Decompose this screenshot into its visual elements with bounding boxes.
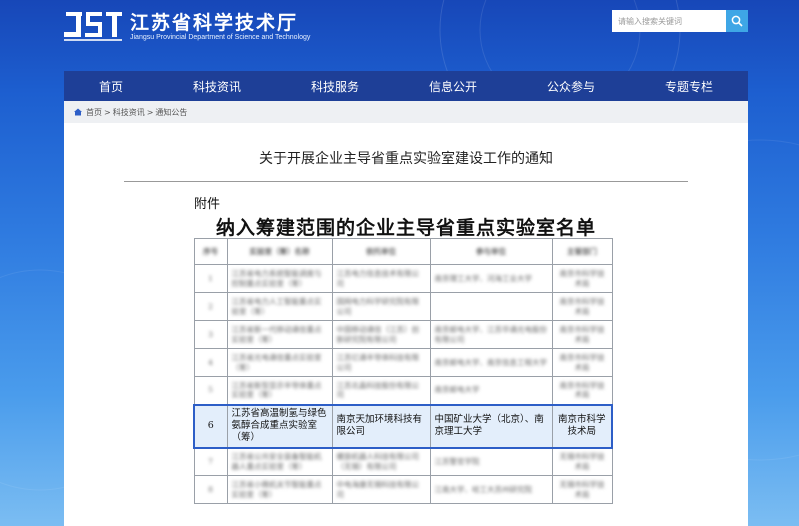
table-cell — [429, 292, 553, 321]
table-cell: 江苏北晶科技股份有限公司 — [331, 376, 431, 405]
table-cell: 南京市科学技术局 — [551, 320, 613, 349]
table-cell: 江苏亿通半导体科技有限公司 — [331, 348, 431, 377]
table-row: 4 江苏省光电通信重点实验室（筹） 江苏亿通半导体科技有限公司 南京邮电大学、南… — [193, 348, 613, 377]
table-cell: 南京市科学技术局 — [551, 348, 613, 377]
table-cell: 中国移动通信（江苏）创新研究院有限公司 — [331, 320, 431, 349]
search-input[interactable] — [612, 10, 726, 32]
header-cell: 序号 — [193, 238, 228, 265]
table-cell: 江苏省电力人工智能重点实验室（筹） — [226, 292, 333, 321]
nav-item-special-topics[interactable]: 专题专栏 — [655, 78, 723, 95]
search-button[interactable] — [726, 10, 748, 32]
main-content: 首页 > 科技资讯 > 通知公告 关于开展企业主导省重点实验室建设工作的通知 附… — [64, 101, 748, 526]
table-cell: 1 — [193, 264, 228, 293]
table-cell: 南京邮电大学 — [429, 376, 553, 405]
breadcrumb-home[interactable]: 首页 — [86, 107, 102, 118]
nav-item-tech-news[interactable]: 科技资讯 — [183, 78, 251, 95]
jst-logo-icon[interactable] — [64, 10, 122, 42]
table-cell: 3 — [193, 320, 228, 349]
table-row: 2 江苏省电力人工智能重点实验室（筹） 国网电力科学研究院有限公司 南京市科学技… — [193, 292, 613, 321]
main-nav: 首页 科技资讯 科技服务 信息公开 公众参与 专题专栏 — [64, 71, 748, 101]
breadcrumb-separator: > — [104, 107, 111, 117]
breadcrumb-notices[interactable]: 通知公告 — [155, 107, 187, 118]
header-cell: 参与单位 — [429, 238, 553, 265]
nav-item-tech-services[interactable]: 科技服务 — [301, 78, 369, 95]
nav-item-public-participation[interactable]: 公众参与 — [537, 78, 605, 95]
search-icon — [731, 15, 743, 27]
breadcrumb-separator: > — [146, 107, 154, 117]
list-title: 纳入筹建范围的企业主导省重点实验室名单 — [215, 217, 596, 239]
table-cell: 江苏省新一代移动通信重点实验室（筹） — [226, 320, 333, 349]
table-cell: 南京市科学技术局 — [551, 292, 613, 321]
table-cell: 螺旋机器人科技有限公司（无锡）有限公司 — [331, 447, 431, 477]
table-cell: 江苏省电力系统智能调度与控制重点实验室（筹） — [226, 264, 333, 293]
nav-item-info-disclosure[interactable]: 信息公开 — [419, 78, 487, 95]
table-cell: 江苏省新型显示半导体重点实验室（筹） — [226, 376, 333, 405]
attachment-label: 附件 — [194, 197, 221, 212]
table-cell: 南京市科学技术局 — [551, 376, 613, 405]
table-cell: 5 — [193, 376, 228, 405]
table-cell: 7 — [193, 447, 228, 477]
table-cell: 南京市科学技术局 — [551, 264, 613, 293]
table-cell: 南京天加环境科技有限公司 — [331, 403, 431, 449]
table-row: 3 江苏省新一代移动通信重点实验室（筹） 中国移动通信（江苏）创新研究院有限公司… — [193, 320, 613, 349]
table-cell: 国网电力科学研究院有限公司 — [331, 292, 431, 321]
table-cell: 南京邮电大学、江苏华通光电股份有限公司 — [429, 320, 553, 349]
table-cell: 中国矿业大学（北京）、南京理工大学 — [429, 403, 553, 449]
table-cell: 无锡市科学技术局 — [551, 475, 613, 505]
lab-list-table: 序号 实验室（筹）名称 依托单位 参与单位 主管部门 1 江苏省电力系统智能调度… — [193, 238, 613, 505]
table-cell: 2 — [193, 292, 228, 321]
table-cell: 中电海康无锡科技有限公司 — [331, 475, 431, 505]
home-icon — [74, 108, 82, 116]
table-cell: 江苏省小微机关节智能重点实验室（筹） — [226, 475, 333, 505]
table-cell: 南京理工大学、河海工业大学 — [429, 264, 553, 293]
table-cell: 4 — [193, 348, 228, 377]
nav-item-home[interactable]: 首页 — [89, 78, 133, 95]
header-cell: 主管部门 — [551, 238, 613, 265]
site-header: 江苏省科学技术厅 Jiangsu Provincial Department o… — [0, 0, 799, 66]
site-subtitle: Jiangsu Provincial Department of Science… — [130, 34, 311, 41]
breadcrumb: 首页 > 科技资讯 > 通知公告 — [64, 101, 748, 123]
header-cell: 实验室（筹）名称 — [226, 238, 333, 265]
table-cell: 江苏省公共安全装备智能机器人重点实验室（筹） — [226, 447, 333, 477]
table-cell: 无锡市科学技术局 — [551, 447, 613, 477]
table-cell: 8 — [193, 475, 228, 505]
article-title: 关于开展企业主导省重点实验室建设工作的通知 — [259, 151, 553, 167]
table-cell: 南京邮电大学、南京信息工程大学 — [429, 348, 553, 377]
table-cell: 江苏省高温制氢与绿色氨醇合成重点实验室（筹） — [226, 403, 333, 449]
table-row: 7 江苏省公共安全装备智能机器人重点实验室（筹） 螺旋机器人科技有限公司（无锡）… — [193, 447, 613, 477]
table-cell: 江苏警官学院 — [429, 447, 553, 477]
table-cell: 6 — [193, 403, 228, 449]
table-cell: 南京市科学技术局 — [551, 403, 613, 449]
site-title: 江苏省科学技术厅 — [130, 12, 299, 34]
title-divider — [124, 181, 688, 182]
table-row: 5 江苏省新型显示半导体重点实验室（筹） 江苏北晶科技股份有限公司 南京邮电大学… — [193, 376, 613, 405]
highlighted-table-row: 6 江苏省高温制氢与绿色氨醇合成重点实验室（筹） 南京天加环境科技有限公司 中国… — [193, 403, 613, 449]
header-cell: 依托单位 — [331, 238, 431, 265]
breadcrumb-tech-news[interactable]: 科技资讯 — [113, 107, 145, 118]
table-cell: 江南大学、哈工大苏州研究院 — [429, 475, 553, 505]
table-cell: 江苏电力信息技术有限公司 — [331, 264, 431, 293]
table-header-row: 序号 实验室（筹）名称 依托单位 参与单位 主管部门 — [193, 238, 613, 265]
table-cell: 江苏省光电通信重点实验室（筹） — [226, 348, 333, 377]
table-row: 8 江苏省小微机关节智能重点实验室（筹） 中电海康无锡科技有限公司 江南大学、哈… — [193, 475, 613, 505]
table-row: 1 江苏省电力系统智能调度与控制重点实验室（筹） 江苏电力信息技术有限公司 南京… — [193, 264, 613, 293]
